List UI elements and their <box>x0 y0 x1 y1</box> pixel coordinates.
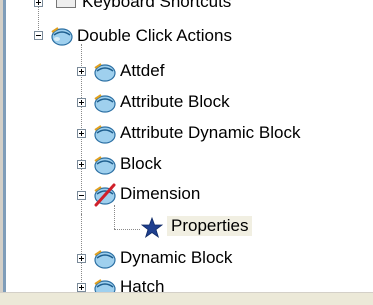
mouse-icon <box>94 156 116 175</box>
collapse-toggle[interactable] <box>77 191 86 200</box>
expand-toggle[interactable] <box>77 98 86 107</box>
tree-item-partial[interactable]: Keyboard Shortcuts <box>0 0 373 10</box>
tree-item-label: Attribute Dynamic Block <box>120 123 301 142</box>
tree-item-label: Attribute Block <box>120 92 230 111</box>
panel-bottom-edge <box>0 292 373 305</box>
expand-toggle[interactable] <box>77 160 86 169</box>
collapse-toggle[interactable] <box>34 31 43 40</box>
tree-item-label: Dynamic Block <box>120 248 233 267</box>
tree-item-label: Dimension <box>120 184 201 203</box>
expand-toggle[interactable] <box>77 283 86 292</box>
keyboard-icon <box>56 0 76 8</box>
tree-item-label: Block <box>120 154 162 173</box>
mouse-icon <box>51 27 73 46</box>
mouse-icon <box>94 250 116 269</box>
tree-item-label: Attdef <box>120 61 165 80</box>
expand-toggle[interactable] <box>77 254 86 263</box>
tree-item-label: Double Click Actions <box>77 26 232 45</box>
mouse-crossed-icon <box>94 183 116 207</box>
mouse-icon <box>94 94 116 113</box>
mouse-icon <box>94 63 116 82</box>
panel-border-inner <box>3 0 6 305</box>
expand-toggle[interactable] <box>34 0 43 7</box>
mouse-icon <box>94 125 116 144</box>
star-icon <box>141 217 163 239</box>
expand-toggle[interactable] <box>77 129 86 138</box>
tree-item-label: Properties <box>167 216 253 236</box>
tree-line <box>114 229 140 230</box>
tree-line <box>114 205 115 229</box>
tree-item-label: Keyboard Shortcuts <box>82 0 232 10</box>
expand-toggle[interactable] <box>77 67 86 76</box>
tree-line <box>81 214 82 292</box>
